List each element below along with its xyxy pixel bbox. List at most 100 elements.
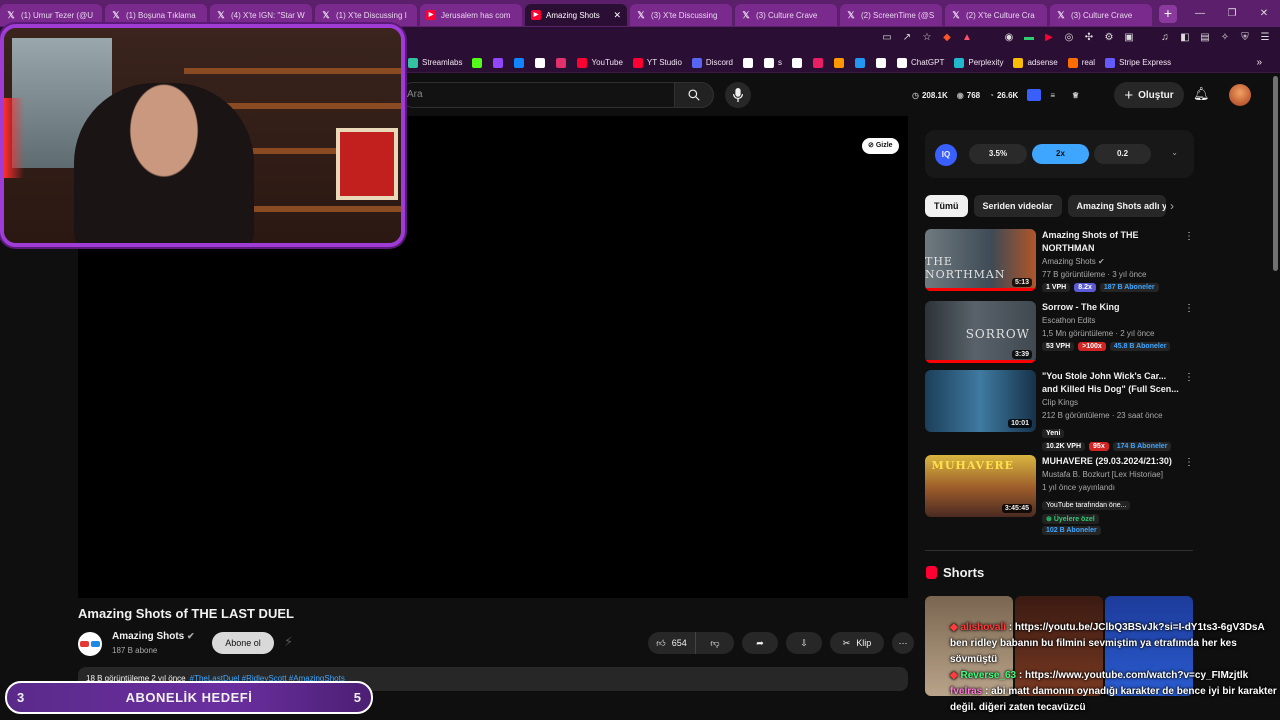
sidebar-icon[interactable]: ◧ (1178, 31, 1192, 45)
subscriber-stat: ◷ 208.1K (912, 90, 948, 100)
bookmark-item[interactable]: Streamlabs (408, 57, 462, 68)
browser-tab[interactable]: 𝕏 (1) X'te Discussing I (315, 4, 417, 26)
bookmark-item[interactable] (792, 57, 806, 68)
browser-tab[interactable]: ▶ Amazing Shots ✕ (525, 4, 627, 26)
recommendation-item[interactable]: SORROW 3:39 Sorrow - The King Escathon E… (925, 301, 1195, 367)
bookmark-item[interactable] (813, 57, 827, 68)
bookmark-item[interactable]: Stripe Express (1105, 57, 1171, 68)
list-icon[interactable]: ≡ (1050, 91, 1055, 100)
bookmark-star-icon[interactable]: ☆ (920, 31, 934, 45)
like-button[interactable]: 👍︎ 654 (648, 632, 696, 654)
close-window-icon[interactable]: ✕ (1248, 0, 1280, 27)
dislike-button[interactable]: 👎︎ (696, 632, 734, 654)
lightning-icon[interactable]: ⚡︎ (284, 634, 293, 650)
bookmarks-overflow-icon[interactable]: » (1256, 57, 1262, 68)
vpn-icon[interactable]: ⛨ (1238, 31, 1252, 45)
video-thumbnail[interactable]: SORROW 3:39 (925, 301, 1036, 363)
hide-button[interactable]: ⊘ Gizle (862, 138, 899, 154)
bookmark-item[interactable] (535, 57, 549, 68)
share-icon[interactable]: ↗ (900, 31, 914, 45)
share-button[interactable]: ➦ (742, 632, 778, 654)
browser-tab[interactable]: 𝕏 (3) Culture Crave (735, 4, 837, 26)
extension-mask-icon[interactable]: ◉ (1002, 31, 1016, 45)
menu-icon[interactable]: ☰ (1258, 31, 1272, 45)
bookmark-favicon-icon (1013, 57, 1024, 68)
more-vert-icon[interactable]: ⋮ (1184, 372, 1194, 383)
bookmark-item[interactable]: Perplexity (954, 57, 1003, 68)
new-tab-button[interactable]: + (1159, 4, 1177, 23)
bookmark-item[interactable] (876, 57, 890, 68)
shorts-logo-icon (926, 566, 937, 579)
bookmark-item[interactable] (855, 57, 869, 68)
browser-tab[interactable]: 𝕏 (1) Umur Tezer (@U (0, 4, 102, 26)
cast-icon[interactable]: ▭ (880, 31, 894, 45)
search-button[interactable] (674, 82, 714, 108)
browser-tab[interactable]: 𝕏 (2) ScreenTime (@S (840, 4, 942, 26)
download-button[interactable]: ⇩ (786, 632, 822, 654)
extension-green-icon[interactable]: ▬ (1022, 31, 1036, 45)
browser-tab[interactable]: 𝕏 (4) X'te IGN: "Star W (210, 4, 312, 26)
extensions-puzzle-icon[interactable]: ✣ (1082, 31, 1096, 45)
channel-name[interactable]: Amazing Shots ✔ (112, 631, 195, 642)
recommendation-item[interactable]: THE NORTHMAN 5:13 Amazing Shots of THE N… (925, 229, 1195, 295)
browser-tab[interactable]: 𝕏 (1) Boşuna Tıklama (105, 4, 207, 26)
bookmark-item[interactable] (556, 57, 570, 68)
chevron-down-icon[interactable]: ⌄ (1171, 148, 1178, 157)
video-thumbnail[interactable]: MUHAVERE 3:45:45 (925, 455, 1036, 517)
restore-icon[interactable]: ❐ (1216, 0, 1248, 27)
recommendation-item[interactable]: 10:01 "You Stole John Wick's Car... and … (925, 370, 1195, 451)
rewards-icon[interactable]: ▲ (960, 31, 974, 45)
bookmark-item[interactable]: s (764, 57, 782, 68)
more-vert-icon[interactable]: ⋮ (1184, 303, 1194, 314)
search-input[interactable]: Ara (400, 82, 674, 108)
extension-gear-icon[interactable]: ⚙ (1102, 31, 1116, 45)
browser-tab[interactable]: 𝕏 (3) Culture Crave (1050, 4, 1152, 26)
clip-button[interactable]: ✂ Klip (830, 632, 884, 654)
video-thumbnail[interactable]: THE NORTHMAN 5:13 (925, 229, 1036, 291)
close-tab-icon[interactable]: ✕ (613, 10, 621, 21)
account-avatar[interactable] (1229, 84, 1251, 106)
more-vert-icon[interactable]: ⋮ (1184, 457, 1194, 468)
chip-series[interactable]: Seriden videolar (973, 195, 1062, 217)
extension-yt-icon[interactable]: ▶ (1042, 31, 1056, 45)
page-scrollbar[interactable] (1273, 76, 1278, 271)
bookmark-item[interactable] (514, 57, 528, 68)
wallet-icon[interactable]: ▤ (1198, 31, 1212, 45)
chat-message: ◆ Reverse_63 : https://www.youtube.com/w… (950, 670, 1249, 681)
video-actions: 👍︎ 654 👎︎ ➦ ⇩ ✂ Klip ⋯ (648, 632, 914, 654)
bookmark-item[interactable] (834, 57, 848, 68)
chip-channel[interactable]: Amazing Shots adlı y (1067, 195, 1166, 217)
chevron-right-icon[interactable]: › (1170, 199, 1174, 213)
more-vert-icon[interactable]: ⋮ (1184, 231, 1194, 242)
bookmark-item[interactable]: YT Studio (632, 57, 682, 68)
analytics-icon[interactable] (1027, 89, 1042, 101)
browser-tab[interactable]: 𝕏 (2) X'te Culture Cra (945, 4, 1047, 26)
voice-search-button[interactable] (725, 82, 751, 108)
bookmark-favicon-icon (577, 57, 588, 68)
extension-box-icon[interactable]: ▣ (1122, 31, 1136, 45)
chip-all[interactable]: Tümü (925, 195, 968, 217)
brave-shield-icon[interactable]: ◆ (940, 31, 954, 45)
bookmark-item[interactable]: YouTube (577, 57, 623, 68)
bookmark-item[interactable]: ChatGPT (897, 57, 944, 68)
bookmark-item[interactable]: real (1067, 57, 1095, 68)
recommendation-item[interactable]: MUHAVERE 3:45:45 MUHAVERE (29.03.2024/21… (925, 455, 1195, 535)
extension-record-icon[interactable]: ◎ (1062, 31, 1076, 45)
bookmark-item[interactable]: Discord (691, 57, 733, 68)
notifications-bell-icon[interactable]: 🔔︎ (1193, 86, 1210, 102)
more-actions-button[interactable]: ⋯ (892, 632, 914, 654)
bookmark-item[interactable]: adsense (1013, 57, 1058, 68)
trophy-icon[interactable]: ♕ (1072, 91, 1079, 100)
bookmark-item[interactable] (493, 57, 507, 68)
browser-tab[interactable]: ▶ Jerusalem has com (420, 4, 522, 26)
leo-ai-icon[interactable]: ✧ (1218, 31, 1232, 45)
create-button[interactable]: + Oluştur (1114, 82, 1184, 108)
bookmark-item[interactable] (743, 57, 757, 68)
subscribe-button[interactable]: Abone ol (212, 632, 274, 654)
media-icon[interactable]: ♫ (1158, 31, 1172, 45)
channel-avatar[interactable] (78, 632, 102, 656)
video-thumbnail[interactable]: 10:01 (925, 370, 1036, 432)
browser-tab[interactable]: 𝕏 (3) X'te Discussing (630, 4, 732, 26)
minimize-icon[interactable]: — (1184, 0, 1216, 27)
bookmark-item[interactable] (472, 57, 486, 68)
